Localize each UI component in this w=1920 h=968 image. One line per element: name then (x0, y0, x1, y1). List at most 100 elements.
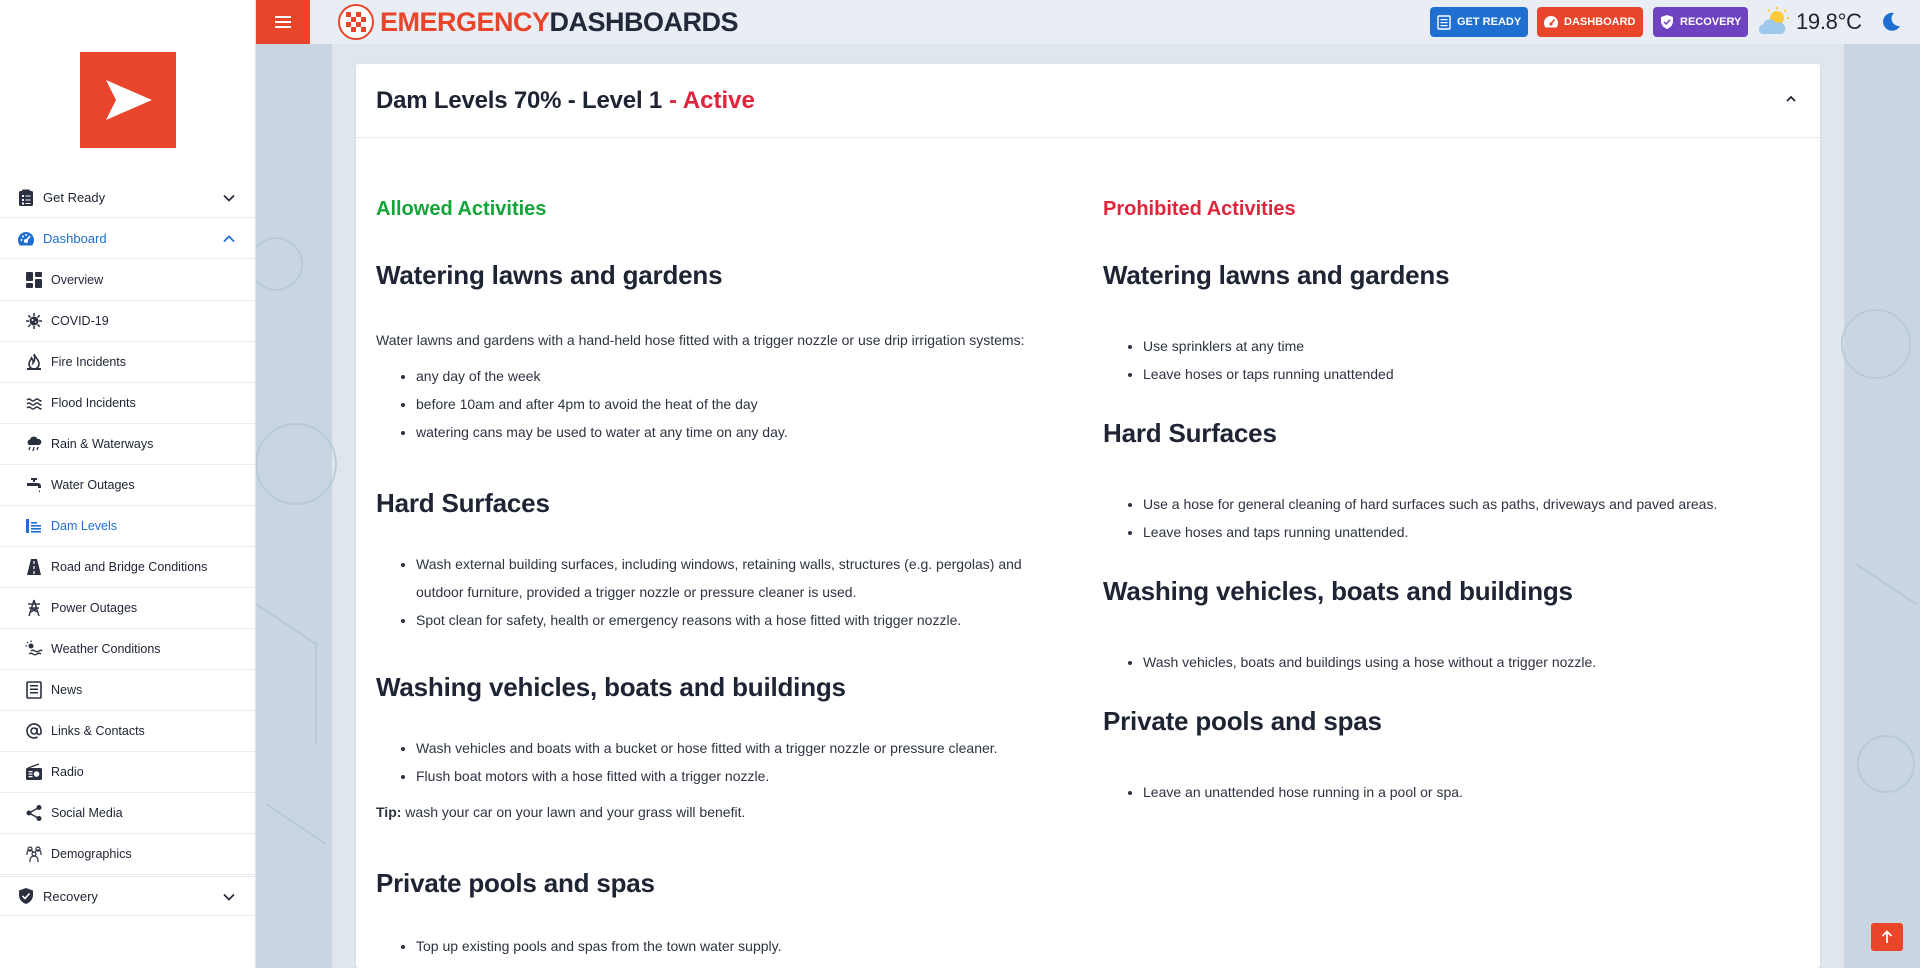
tip-body: wash your car on your lawn and your gras… (401, 804, 746, 820)
speedometer-icon (1543, 16, 1559, 28)
list-item: any day of the week (416, 362, 788, 390)
sidebar-item-label: Road and Bridge Conditions (51, 560, 208, 574)
list-item: Leave an unattended hose running in a po… (1143, 778, 1463, 806)
sidebar-item-news[interactable]: News (0, 670, 255, 711)
section-title: Watering lawns and gardens (376, 260, 723, 290)
list-item: Wash external building surfaces, includi… (416, 550, 1066, 606)
hamburger-icon (275, 16, 291, 28)
recovery-button[interactable]: RECOVERY (1653, 7, 1749, 37)
sidebar-item-water-outages[interactable]: Water Outages (0, 465, 255, 506)
dashboard-button[interactable]: DASHBOARD (1537, 7, 1643, 37)
section-title: Washing vehicles, boats and buildings (376, 672, 846, 702)
weather-widget[interactable]: 19.8°C (1757, 6, 1862, 38)
checklist-icon (16, 188, 35, 207)
list-item: before 10am and after 4pm to avoid the h… (416, 390, 788, 418)
sidebar-group-label: Get Ready (43, 190, 106, 205)
scroll-to-top-button[interactable] (1871, 923, 1903, 951)
bullet-list: Use sprinklers at any time Leave hoses o… (1143, 332, 1394, 388)
chevron-down-icon (223, 194, 235, 202)
newspaper-icon (24, 681, 43, 700)
section-title: Private pools and spas (1103, 706, 1382, 736)
list-item: Top up existing pools and spas from the … (416, 932, 782, 960)
sidebar-item-label: News (51, 683, 83, 697)
section-title: Private pools and spas (376, 868, 655, 898)
sidebar-item-demographics[interactable]: Demographics (0, 834, 255, 875)
sidebar-item-links-contacts[interactable]: Links & Contacts (0, 711, 255, 752)
bullet-list: Wash vehicles and boats with a bucket or… (416, 734, 998, 790)
section-title: Washing vehicles, boats and buildings (1103, 576, 1573, 606)
arrow-up-icon (1881, 930, 1893, 943)
temperature-value: 19.8°C (1796, 9, 1862, 34)
section-title: Watering lawns and gardens (1103, 260, 1450, 290)
sidebar-item-label: Flood Incidents (51, 396, 136, 410)
sidebar-item-label: Rain & Waterways (51, 437, 154, 451)
tap-icon (24, 476, 43, 495)
sidebar-item-label: Fire Incidents (51, 355, 127, 369)
sidebar-group-get-ready[interactable]: Get Ready (0, 178, 255, 218)
grid-icon (24, 271, 43, 290)
sidebar: Get Ready Dashboard Overview COVID-19 Fi… (0, 0, 256, 968)
list-item: watering cans may be used to water at an… (416, 418, 788, 446)
fire-icon (24, 353, 43, 372)
sidebar-item-label: Weather Conditions (51, 642, 161, 656)
tip-text: Tip: wash your car on your lawn and your… (376, 804, 745, 820)
sidebar-item-radio[interactable]: Radio (0, 752, 255, 793)
card-title: Dam Levels 70% - Level 1 (376, 86, 663, 114)
brand-logo[interactable]: EMERGENCY DASHBOARDS (338, 4, 739, 40)
speedometer-icon (16, 229, 35, 248)
sidebar-item-dam-levels[interactable]: Dam Levels (0, 506, 255, 547)
sidebar-item-overview[interactable]: Overview (0, 260, 255, 301)
section-title: Hard Surfaces (1103, 418, 1277, 448)
app-logo[interactable] (80, 52, 176, 148)
section-title: Hard Surfaces (376, 488, 550, 518)
brand-text-emergency: EMERGENCY (380, 6, 550, 37)
partly-cloudy-icon (1758, 7, 1789, 34)
checkered-badge-icon (338, 4, 374, 40)
list-item: Leave hoses and taps running unattended. (1143, 518, 1717, 546)
sidebar-item-label: Links & Contacts (51, 724, 145, 738)
allowed-activities-column: Allowed Activities Watering lawns and ga… (376, 198, 1066, 954)
virus-icon (24, 312, 43, 331)
sidebar-item-power-outages[interactable]: Power Outages (0, 588, 255, 629)
sidebar-group-label: Dashboard (43, 231, 107, 246)
chevron-up-icon (223, 235, 235, 243)
checklist-icon (1437, 15, 1451, 30)
sidebar-item-weather-conditions[interactable]: Weather Conditions (0, 629, 255, 670)
people-icon (24, 845, 43, 864)
tip-label: Tip: (376, 804, 402, 820)
list-item: Wash vehicles, boats and buildings using… (1143, 648, 1596, 676)
sidebar-item-rain-waterways[interactable]: Rain & Waterways (0, 424, 255, 465)
share-icon (24, 804, 43, 823)
moon-icon[interactable] (1880, 11, 1902, 33)
road-icon (24, 558, 43, 577)
card-header[interactable]: Dam Levels 70% - Level 1 - Active (356, 64, 1820, 138)
shield-check-icon (16, 887, 35, 906)
sidebar-group-dashboard[interactable]: Dashboard (0, 219, 255, 259)
dam-levels-card: Dam Levels 70% - Level 1 - Active Allowe… (356, 64, 1820, 968)
power-pylon-icon (24, 599, 43, 618)
brand-text-dashboards: DASHBOARDS (549, 6, 739, 37)
rain-cloud-icon (24, 435, 43, 454)
list-item: Use sprinklers at any time (1143, 332, 1394, 360)
chevron-up-icon[interactable] (1784, 92, 1798, 106)
sidebar-item-covid-19[interactable]: COVID-19 (0, 301, 255, 342)
list-item: Spot clean for safety, health or emergen… (416, 606, 1066, 634)
list-item: Wash vehicles and boats with a bucket or… (416, 734, 998, 762)
bullet-list: Top up existing pools and spas from the … (416, 932, 782, 960)
sidebar-item-label: Demographics (51, 847, 132, 861)
at-sign-icon (24, 722, 43, 741)
sidebar-item-label: Water Outages (51, 478, 135, 492)
sidebar-item-flood-incidents[interactable]: Flood Incidents (0, 383, 255, 424)
sidebar-group-recovery[interactable]: Recovery (0, 876, 255, 916)
menu-toggle-button[interactable] (256, 0, 310, 44)
sidebar-item-label: Social Media (51, 806, 123, 820)
allowed-heading: Allowed Activities (376, 198, 547, 220)
sidebar-item-social-media[interactable]: Social Media (0, 793, 255, 834)
radio-icon (24, 763, 43, 782)
sidebar-item-label: Power Outages (51, 601, 138, 615)
list-item: Use a hose for general cleaning of hard … (1143, 490, 1717, 518)
sidebar-item-fire-incidents[interactable]: Fire Incidents (0, 342, 255, 383)
list-item: Leave hoses or taps running unattended (1143, 360, 1394, 388)
get-ready-button[interactable]: GET READY (1430, 7, 1529, 37)
sidebar-item-road-bridge-conditions[interactable]: Road and Bridge Conditions (0, 547, 255, 588)
